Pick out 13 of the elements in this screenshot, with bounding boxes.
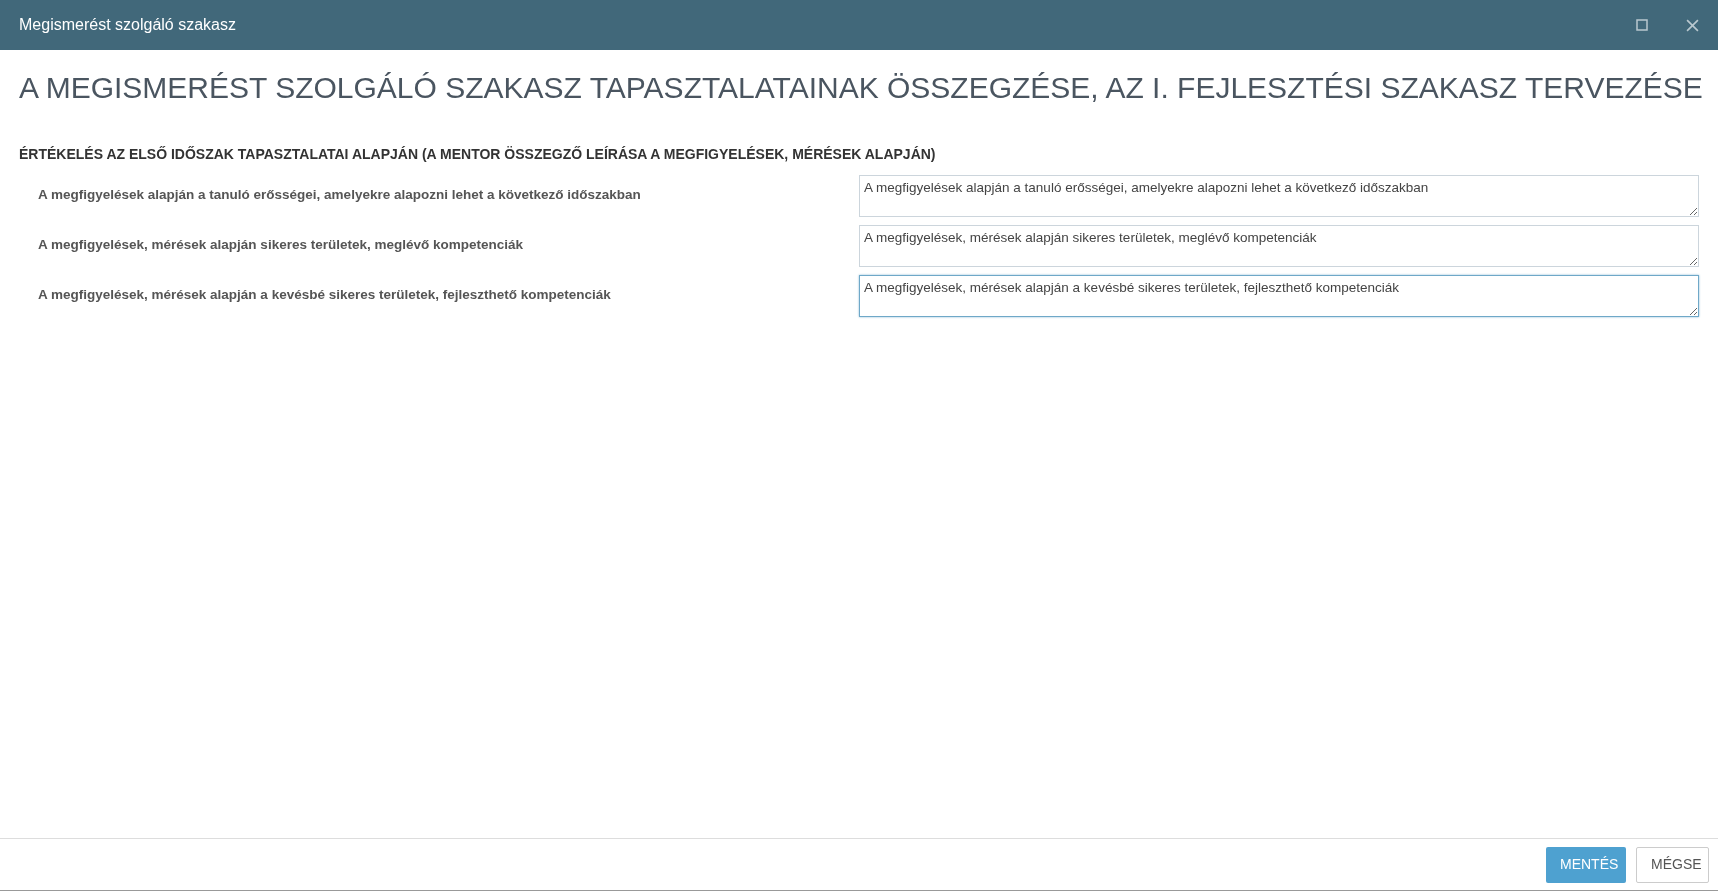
field-label: A megfigyelések, mérések alapján sikeres területek, meglévő kompetenciák — [37, 236, 524, 254]
maximize-icon — [1636, 19, 1648, 31]
text-area[interactable]: A megfigyelések, mérések alapján sikeres területek, meglévő kompetenciák — [859, 225, 1699, 267]
field-label: A megfigyelések alapján a tanuló erősségei, amelyekre alapozni lehet a következő időszakban — [37, 186, 642, 204]
section-heading: ÉRTÉKELÉS AZ ELSŐ IDŐSZAK TAPASZTALATAI ALAPJÁN (A MENTOR ÖSSZEGZŐ LEÍRÁSA A MEGFIGYELÉSEK, MÉRÉSEK ALAPJÁN) — [19, 145, 937, 164]
close-icon — [1685, 18, 1699, 32]
cancel-button[interactable]: MÉGSE — [1636, 846, 1709, 883]
field-label: A megfigyelések, mérések alapján a kevésbé sikeres területek, fejleszthető kompetenciák — [37, 286, 612, 304]
text-area[interactable]: A megfigyelések alapján a tanuló erősségei, amelyekre alapozni lehet a következő időszakban — [859, 175, 1699, 217]
window-title: Megismerést szolgáló szakasz — [19, 15, 237, 35]
text-area[interactable]: A megfigyelések, mérések alapján a kevésbé sikeres területek, fejleszthető kompetenciák — [859, 275, 1699, 317]
close-button[interactable] — [1684, 17, 1700, 33]
maximize-button[interactable] — [1634, 17, 1650, 33]
